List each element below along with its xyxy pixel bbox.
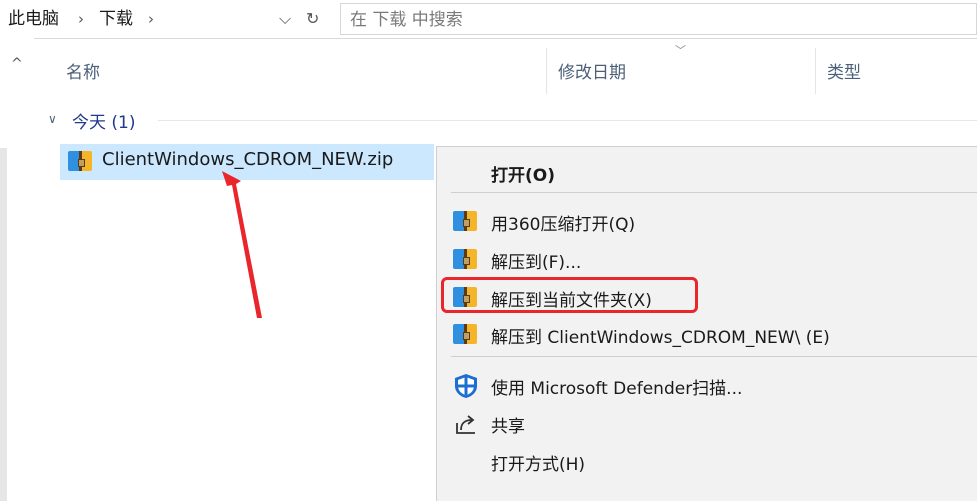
menu-item-label: 使用 Microsoft Defender扫描... <box>491 379 743 399</box>
menu-item-extract-to[interactable]: 解压到(F)... <box>437 242 977 276</box>
share-icon <box>456 415 475 434</box>
navigation-pane-edge: ^ <box>0 38 34 501</box>
file-row-selected[interactable]: ClientWindows_CDROM_NEW.zip <box>60 144 434 180</box>
zip-archive-icon <box>453 209 477 233</box>
column-divider[interactable] <box>546 48 547 94</box>
column-divider[interactable] <box>815 48 816 94</box>
menu-item-share[interactable]: 共享 <box>437 406 977 440</box>
group-divider <box>158 120 977 121</box>
menu-divider <box>451 192 977 193</box>
column-header-date[interactable]: 修改日期 <box>558 58 626 83</box>
menu-item-open-with[interactable]: 打开方式(H) <box>437 444 977 478</box>
menu-item-label: 共享 <box>491 417 525 437</box>
menu-item-open[interactable]: 打开(O) <box>437 155 977 189</box>
address-bar: 此电脑 › 下载 › ⌵ ↻ <box>0 0 977 39</box>
arrow-shape <box>222 171 262 318</box>
zip-archive-icon <box>453 322 477 346</box>
chevron-down-icon[interactable]: ∨ <box>48 112 57 126</box>
sort-chevron-icon: ﹀ <box>675 44 686 57</box>
menu-item-open-with-360[interactable]: 用360压缩打开(Q) <box>437 204 977 238</box>
menu-item-label: 打开(O) <box>491 166 555 186</box>
breadcrumb-this-pc[interactable]: 此电脑 <box>8 8 59 30</box>
menu-item-label: 打开方式(H) <box>491 455 586 475</box>
search-input[interactable] <box>341 4 952 36</box>
column-header-type[interactable]: 类型 <box>827 58 861 83</box>
menu-item-defender-scan[interactable]: 使用 Microsoft Defender扫描... <box>437 368 977 402</box>
zip-archive-icon <box>68 149 92 173</box>
menu-divider <box>451 356 977 357</box>
chevron-right-icon[interactable]: › <box>148 8 154 30</box>
scrollbar-track[interactable] <box>0 148 7 501</box>
menu-item-label: 用360压缩打开(Q) <box>491 215 636 235</box>
column-header-name[interactable]: 名称 <box>66 58 100 83</box>
search-box[interactable] <box>340 3 977 36</box>
chevron-down-icon[interactable]: ⌵ <box>279 8 291 30</box>
group-label: 今天 (1) <box>72 113 136 133</box>
chevron-right-icon[interactable]: › <box>78 8 84 30</box>
defender-shield-icon <box>455 374 477 398</box>
refresh-icon[interactable]: ↻ <box>306 8 319 30</box>
menu-item-extract-to-folder[interactable]: 解压到 ClientWindows_CDROM_NEW\ (E) <box>437 317 977 351</box>
context-menu: 打开(O) 用360压缩打开(Q) 解压到(F)... 解压到当前文件夹(X) … <box>436 146 977 501</box>
annotation-highlight-box <box>441 277 698 313</box>
chevron-up-icon[interactable]: ^ <box>11 56 23 72</box>
menu-item-label: 解压到(F)... <box>491 253 582 273</box>
zip-archive-icon <box>453 247 477 271</box>
menu-item-label: 解压到 ClientWindows_CDROM_NEW\ (E) <box>491 328 830 348</box>
breadcrumb-downloads[interactable]: 下载 <box>99 8 133 30</box>
file-name: ClientWindows_CDROM_NEW.zip <box>102 149 394 170</box>
